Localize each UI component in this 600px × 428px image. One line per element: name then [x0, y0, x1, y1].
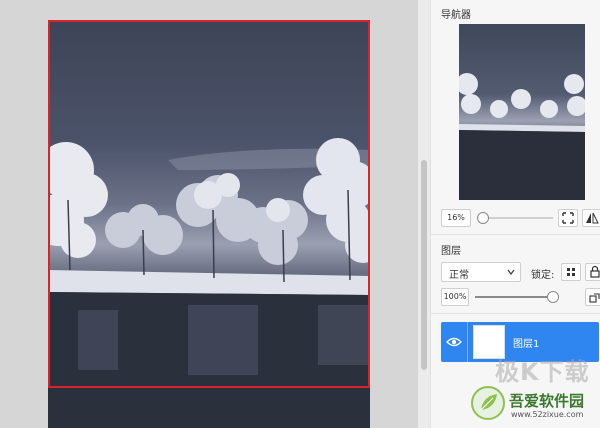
lock-all-button[interactable]: [585, 263, 600, 281]
zoom-slider[interactable]: [477, 212, 553, 224]
layer-options-button[interactable]: [585, 288, 600, 306]
layer-name: 图层1: [513, 339, 540, 350]
eye-icon[interactable]: [446, 335, 462, 349]
landscape-image: [48, 138, 370, 428]
vertical-scrollbar[interactable]: [418, 0, 430, 428]
zoom-controls: 16%: [441, 208, 600, 228]
fit-screen-icon: [562, 212, 574, 224]
lock-label: 锁定:: [531, 270, 555, 281]
lock-icon: [590, 265, 600, 278]
chevron-down-icon: [507, 269, 515, 276]
lock-pixels-icon: [567, 268, 575, 276]
blend-mode-select[interactable]: 正常: [441, 262, 521, 282]
layer-row[interactable]: 图层1: [441, 322, 599, 362]
opacity-slider[interactable]: [475, 291, 559, 303]
layer-thumbnail: [473, 325, 505, 359]
canvas-area[interactable]: [0, 0, 418, 428]
flip-icon: [586, 212, 599, 224]
opacity-slider-knob[interactable]: [547, 291, 559, 303]
flip-button[interactable]: [582, 209, 600, 227]
lock-pixels-button[interactable]: [561, 263, 581, 281]
blend-mode-value: 正常: [449, 270, 469, 281]
layers-title: 图层: [441, 246, 461, 257]
layer-row-divider: [467, 322, 468, 362]
fit-screen-button[interactable]: [558, 209, 578, 227]
panel-divider: [431, 234, 600, 235]
panel-divider: [431, 313, 600, 314]
photo-editor-window: 导航器 16% 图层 正常 锁定: 100% 图层1 极K下载 吾爱软件园 ww…: [0, 0, 600, 428]
navigator-thumbnail: [459, 73, 585, 200]
navigator-title: 导航器: [441, 10, 471, 21]
photo-canvas[interactable]: [48, 20, 370, 428]
layer-options-icon: [589, 293, 600, 303]
zoom-slider-knob[interactable]: [477, 212, 490, 224]
scrollbar-thumb[interactable]: [421, 160, 427, 370]
right-panel: 导航器 16% 图层 正常 锁定: 100% 图层1: [430, 0, 600, 428]
opacity-value[interactable]: 100%: [441, 288, 469, 306]
opacity-controls: 100%: [441, 287, 600, 307]
zoom-value[interactable]: 16%: [441, 209, 471, 227]
opacity-slider-fill: [475, 296, 553, 298]
navigator-preview[interactable]: [459, 24, 585, 200]
